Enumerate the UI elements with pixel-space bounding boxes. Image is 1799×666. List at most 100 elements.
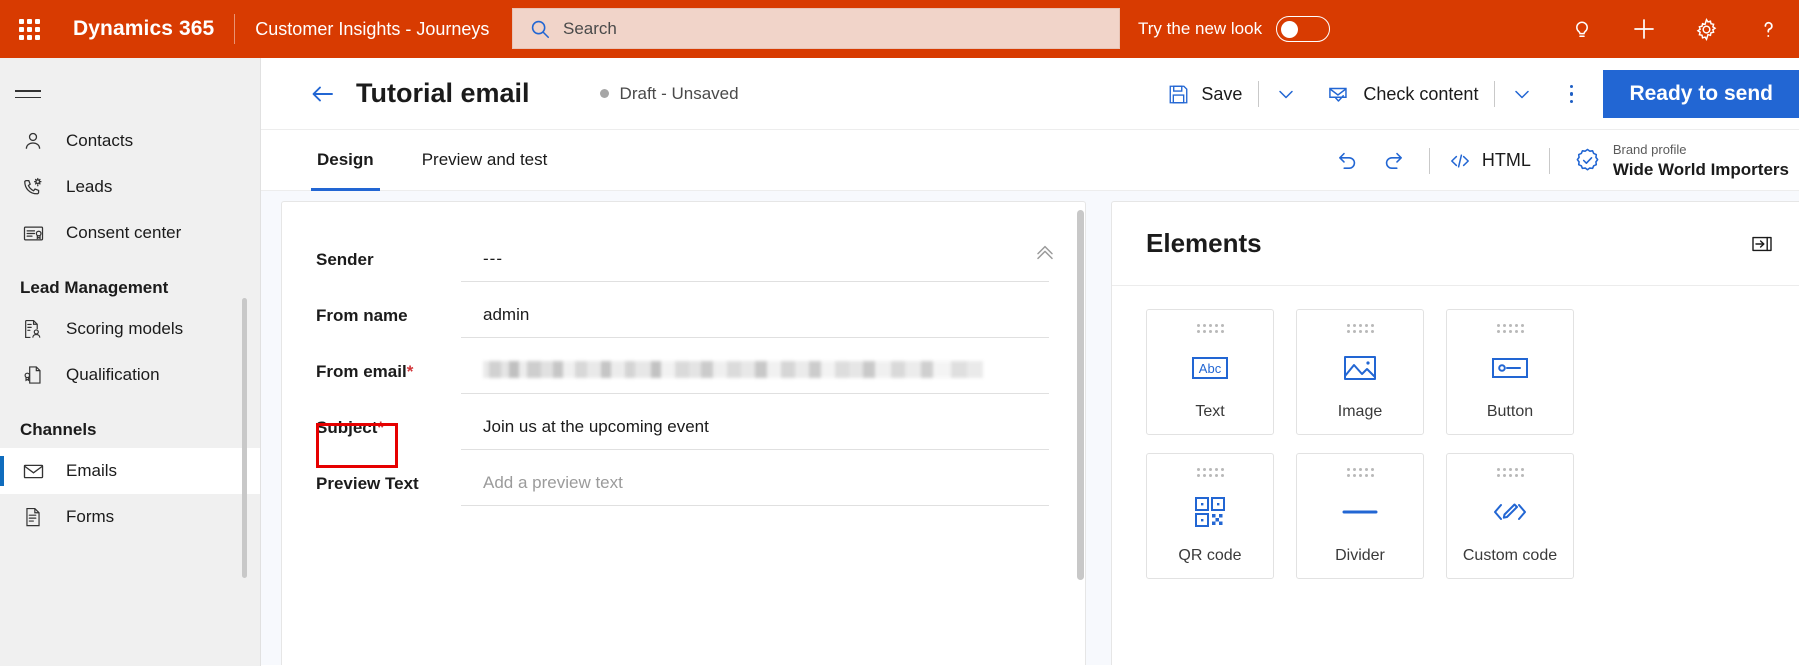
element-tile-label: Divider <box>1335 547 1385 564</box>
element-tile-image[interactable]: Image <box>1296 309 1424 435</box>
subject-input[interactable]: Join us at the upcoming event <box>461 417 1049 450</box>
more-vertical-icon <box>1569 84 1574 89</box>
back-arrow-icon <box>312 86 333 101</box>
help-button[interactable] <box>1737 0 1799 58</box>
lightbulb-button[interactable] <box>1551 0 1613 58</box>
element-tile-qr-code[interactable]: QR code <box>1146 453 1274 579</box>
drag-handle-icon[interactable] <box>1196 468 1224 477</box>
save-icon <box>1169 85 1188 103</box>
text-abc-icon: Abc <box>1147 333 1273 403</box>
save-dropdown-button[interactable] <box>1269 74 1303 114</box>
drag-handle-icon[interactable] <box>1496 468 1524 477</box>
html-button[interactable]: HTML <box>1440 139 1539 183</box>
sidebar-item-emails[interactable]: Emails <box>0 448 260 494</box>
phone-gear-icon <box>20 174 46 200</box>
sidebar-item-consent-center[interactable]: Consent center <box>0 210 260 256</box>
chevron-down-icon <box>1515 90 1530 99</box>
search-box[interactable]: Search <box>512 8 1120 49</box>
app-launcher-icon <box>18 18 40 40</box>
email-card-scrollbar[interactable] <box>1077 210 1084 580</box>
new-look-switch[interactable] <box>1276 16 1331 42</box>
element-tile-divider[interactable]: Divider <box>1296 453 1424 579</box>
form-icon <box>20 504 46 530</box>
check-content-dropdown-button[interactable] <box>1505 74 1539 114</box>
sidebar-item-label: Leads <box>66 177 113 196</box>
button-icon <box>1447 333 1573 403</box>
sidebar-item-label: Consent center <box>66 223 182 242</box>
brand-divider <box>234 14 236 44</box>
redo-button[interactable] <box>1371 139 1419 183</box>
help-icon <box>1763 21 1773 37</box>
divider <box>1494 81 1496 107</box>
expand-panel-button[interactable] <box>1750 232 1774 256</box>
tab-label: Preview and test <box>421 150 548 169</box>
undo-button[interactable] <box>1323 139 1371 183</box>
document-person-icon <box>20 316 46 342</box>
page-title: Tutorial email <box>356 78 530 108</box>
lightbulb-icon <box>1576 21 1588 37</box>
field-label: Subject* <box>316 418 461 468</box>
sidebar-collapse-button[interactable] <box>0 70 56 118</box>
required-asterisk: * <box>406 362 414 381</box>
more-commands-button[interactable] <box>1549 72 1593 116</box>
from-name-input[interactable]: admin <box>461 305 1049 338</box>
app-launcher-button[interactable] <box>0 0 58 58</box>
elements-grid: Abc Text Image Button QR code Divider Cu… <box>1112 286 1799 579</box>
element-tile-button[interactable]: Button <box>1446 309 1574 435</box>
sidebar-group-channels: Channels <box>20 420 97 439</box>
drag-handle-icon[interactable] <box>1196 324 1224 333</box>
tab-bar: Design Preview and test HTML Brand profi… <box>261 130 1799 191</box>
field-row-from-name: From name admin <box>316 282 1085 338</box>
drag-handle-icon[interactable] <box>1496 324 1524 333</box>
command-bar-actions: Save Check content Ready to send <box>1161 58 1799 130</box>
search-icon <box>531 20 550 38</box>
expand-panel-icon <box>1752 236 1772 251</box>
element-tile-label: Text <box>1195 403 1225 420</box>
custom-code-icon <box>1447 477 1573 547</box>
element-tile-text[interactable]: Abc Text <box>1146 309 1274 435</box>
undo-icon <box>1339 152 1356 169</box>
sidebar-item-label: Scoring models <box>66 319 184 338</box>
drag-handle-icon[interactable] <box>1346 468 1374 477</box>
sidebar-item-forms[interactable]: Forms <box>0 494 260 540</box>
save-button[interactable]: Save <box>1161 72 1248 116</box>
sender-value[interactable]: --- <box>461 249 1049 282</box>
settings-button[interactable] <box>1675 0 1737 58</box>
from-email-input[interactable] <box>461 361 1049 394</box>
sidebar-item-contacts[interactable]: Contacts <box>0 118 260 164</box>
qr-code-icon <box>1147 477 1273 547</box>
divider <box>1428 147 1430 174</box>
sidebar-item-qualification[interactable]: Qualification <box>0 352 260 398</box>
search-placeholder: Search <box>563 18 617 38</box>
tab-preview-and-test[interactable]: Preview and test <box>416 130 554 191</box>
try-new-look-toggle[interactable]: Try the new look <box>1138 0 1331 58</box>
envelope-icon <box>20 458 46 484</box>
preview-text-input[interactable]: Add a preview text <box>461 473 1049 506</box>
elements-panel: Elements Abc Text Image Button QR code D… <box>1111 201 1799 665</box>
drag-handle-icon[interactable] <box>1346 324 1374 333</box>
sidebar-scrollbar[interactable] <box>242 298 247 578</box>
add-new-button[interactable] <box>1613 0 1675 58</box>
check-content-label: Check content <box>1363 83 1479 104</box>
ready-to-send-button[interactable]: Ready to send <box>1603 70 1799 118</box>
tab-design[interactable]: Design <box>311 130 380 191</box>
redacted-email-value <box>483 361 983 378</box>
sidebar-item-scoring-models[interactable]: Scoring models <box>0 306 260 352</box>
redo-icon <box>1386 152 1403 169</box>
hamburger-menu-icon <box>15 85 41 103</box>
element-tile-custom-code[interactable]: Custom code <box>1446 453 1574 579</box>
sidebar-item-label: Contacts <box>66 131 134 150</box>
field-label: From email* <box>316 362 414 381</box>
sidebar-item-leads[interactable]: Leads <box>0 164 260 210</box>
sidebar-item-label: Forms <box>66 507 115 526</box>
certificate-icon <box>20 220 46 246</box>
brand-profile-selector[interactable]: Brand profile Wide World Importers <box>1564 136 1799 186</box>
html-label: HTML <box>1481 150 1531 170</box>
divider <box>1548 147 1550 174</box>
brand-profile-name: Wide World Importers <box>1612 159 1789 179</box>
sidebar-item-label: Qualification <box>66 365 160 384</box>
back-button[interactable] <box>308 79 338 109</box>
design-toolbar: HTML Brand profile Wide World Importers <box>1323 130 1799 191</box>
check-content-button[interactable]: Check content <box>1321 72 1484 116</box>
envelope-check-icon <box>1329 87 1348 102</box>
